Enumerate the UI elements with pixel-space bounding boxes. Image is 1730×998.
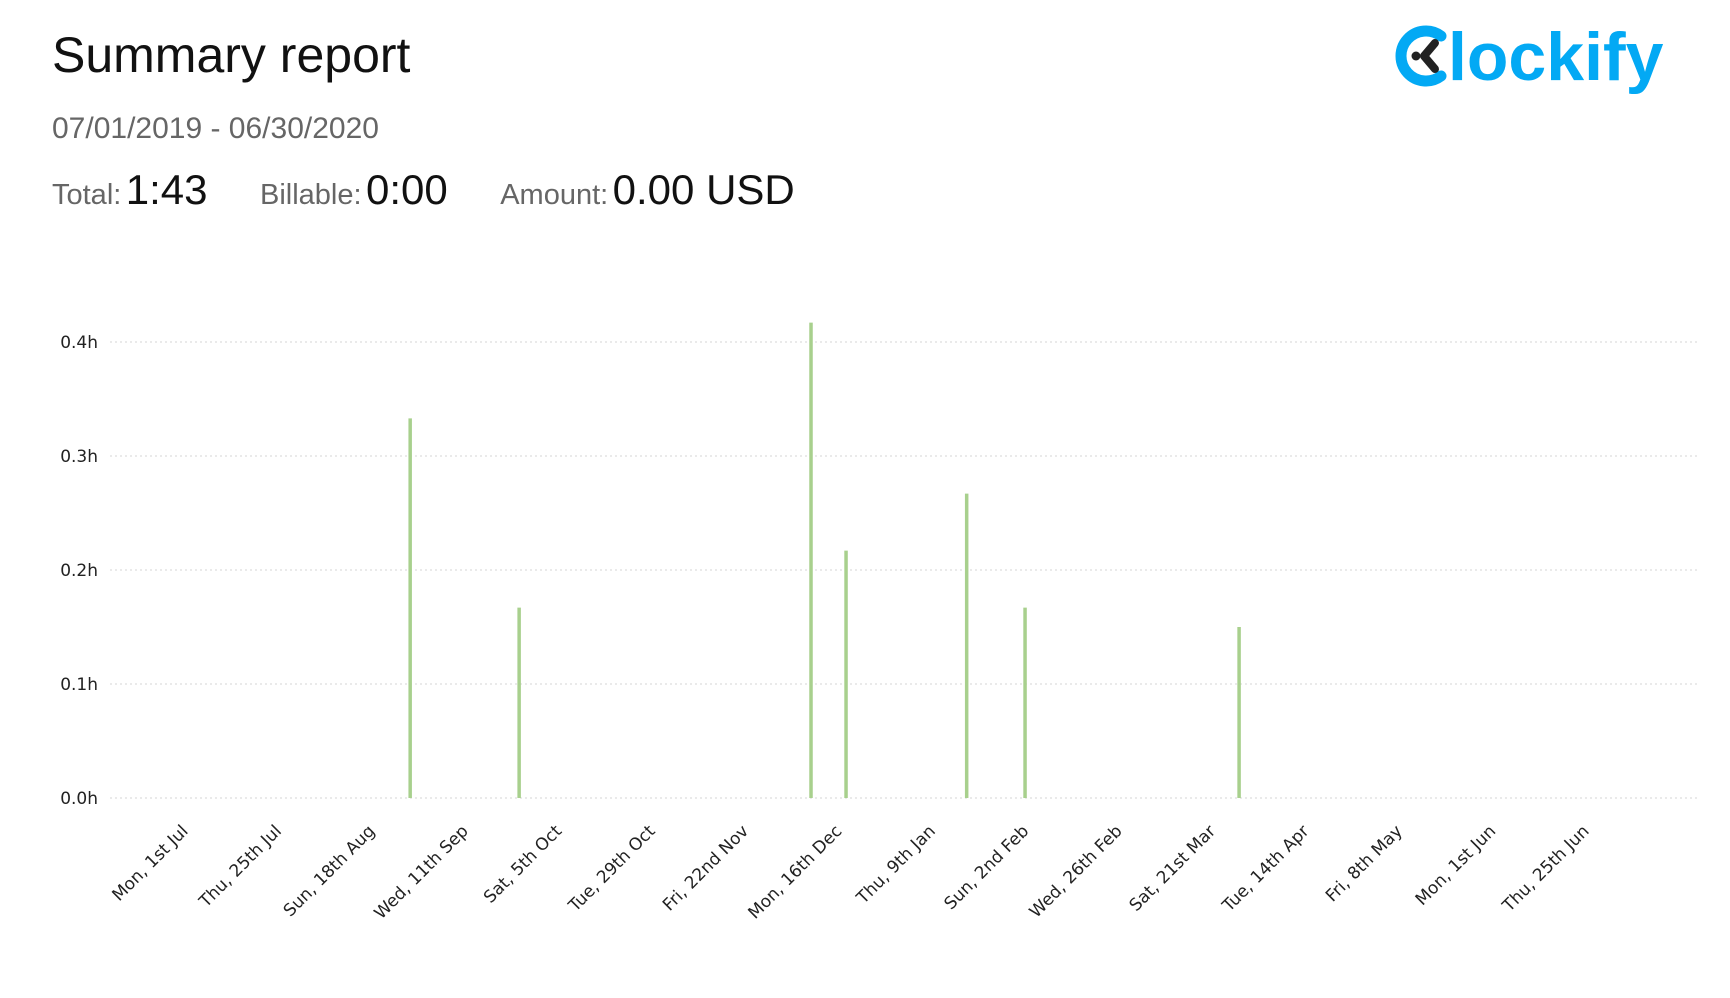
amount-stat: Amount: 0.00 USD [500,166,795,214]
totals-row: Total: 1:43 Billable: 0:00 Amount: 0.00 … [52,166,843,214]
x-axis: Mon, 1st Jul Thu, 25th JulSun, 18th AugWe… [108,821,1593,923]
total-stat: Total: 1:43 [52,166,208,214]
x-tick-label: Wed, 11th Sep [371,821,473,923]
y-tick-label: 0.4h [60,333,98,353]
billable-label: Billable: [259,179,362,211]
x-tick-label: Mon, 1st Jul [108,821,192,905]
x-tick-label: Thu, 9th Jan [852,821,939,908]
x-tick-label: Fri, 22nd Nov [659,821,753,915]
x-tick-label: Wed, 26th Feb [1026,821,1127,922]
amount-label: Amount: [500,179,609,211]
total-value: 1:43 [125,166,208,213]
y-tick-label: 0.1h [60,675,98,695]
page-title: Summary report [52,27,411,83]
x-tick-label: Thu, 25th Jul [195,821,286,912]
y-tick-label: 0.3h [60,447,98,467]
logo-text: lockify [1448,19,1664,95]
x-tick-label: Tue, 29th Oct [564,821,659,916]
date-range: 07/01/2019 - 06/30/2020 [52,112,379,145]
clockify-logo: lockify [1395,19,1664,95]
y-axis: 0.0h 0.1h 0.2h 0.3h 0.4h [60,333,98,809]
amount-value: 0.00 USD [612,166,795,213]
x-tick-label: Sat, 21st Mar [1126,821,1220,915]
bar-layer [408,322,1241,798]
clockify-c-icon [1395,25,1447,87]
billable-stat: Billable: 0:00 [260,166,448,214]
x-tick-label: Sat, 5th Oct [480,821,566,907]
x-tick-label: Fri, 8th May [1322,821,1407,906]
total-label: Total: [52,179,122,211]
x-tick-label: Sun, 18th Aug [280,821,380,921]
x-tick-label: Sun, 2nd Feb [940,821,1033,914]
x-tick-label: Mon, 1st Jun [1412,821,1500,909]
y-tick-label: 0.0h [60,789,98,809]
x-tick-label: Mon, 16th Dec [744,821,846,923]
y-tick-label: 0.2h [60,561,98,581]
x-tick-label: Tue, 14th Apr [1218,821,1313,916]
grid-layer [110,341,1700,799]
x-tick-label: Thu, 25th Jun [1498,821,1593,916]
billable-value: 0:00 [366,166,448,213]
time-chart: 0.0h0.1h0.2h0.3h0.4h Mon, 1st Jul Thu, 25… [60,322,1700,923]
